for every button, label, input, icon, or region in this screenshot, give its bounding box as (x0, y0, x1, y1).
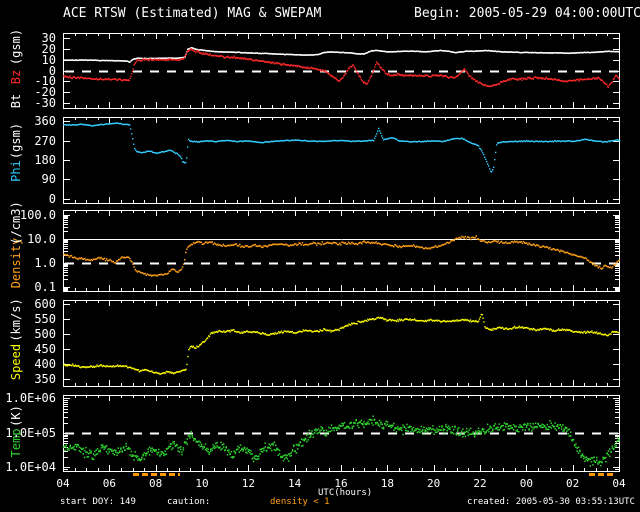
y-tick-label: 270 (0, 135, 56, 147)
temp-units-label: (K) (10, 405, 22, 427)
y-tick-label: 1.0E+06 (0, 392, 56, 404)
y-tick-label: 100.0 (0, 209, 56, 221)
y-tick-label: 180 (0, 154, 56, 166)
y-tick-label: 360 (0, 115, 56, 127)
y-tick-label: 0.1 (0, 281, 56, 293)
x-tick-label: 20 (427, 478, 440, 489)
x-tick-label: 04 (612, 478, 625, 489)
panel-phi-canvas (63, 117, 621, 204)
start-doy-label: start DOY: 149 (60, 498, 136, 507)
x-tick-label: 08 (149, 478, 162, 489)
panel-bt-bz-canvas (63, 33, 621, 109)
panel-temp-canvas (63, 395, 621, 472)
y-tick-label: 10.0 (0, 233, 56, 245)
x-tick-label: 16 (334, 478, 347, 489)
panel-density-canvas (63, 210, 621, 292)
page-title: ACE RTSW (Estimated) MAG & SWEPAM (63, 7, 321, 20)
y-tick-label: 450 (0, 343, 56, 355)
y-tick-label: 600 (0, 298, 56, 310)
caution-value: density < 1 (270, 498, 330, 507)
x-tick-label: 12 (242, 478, 255, 489)
caution-region-marker (589, 473, 616, 476)
y-tick-label: -30 (0, 97, 56, 109)
y-tick-label: 1.0 (0, 257, 56, 269)
x-tick-label: 22 (473, 478, 486, 489)
y-tick-label: 90 (0, 173, 56, 185)
y-tick-label: 0 (0, 193, 56, 205)
y-tick-label: 1.0E+04 (0, 461, 56, 473)
x-tick-label: 06 (103, 478, 116, 489)
caution-region-marker (133, 473, 180, 476)
x-tick-label: 02 (566, 478, 579, 489)
x-tick-label: 14 (288, 478, 301, 489)
caution-label: caution: (167, 498, 210, 507)
x-tick-label: 18 (381, 478, 394, 489)
x-tick-label: 04 (56, 478, 69, 489)
x-tick-label: 00 (520, 478, 533, 489)
y-tick-label: 500 (0, 328, 56, 340)
y-tick-label: 1.0E+05 (0, 427, 56, 439)
begin-timestamp: Begin: 2005-05-29 04:00:00UTC (414, 7, 640, 20)
created-timestamp: created: 2005-05-30 03:55:13UTC (467, 498, 635, 507)
y-tick-label: 350 (0, 373, 56, 385)
y-tick-label: 400 (0, 358, 56, 370)
panel-speed-canvas (63, 300, 621, 387)
y-tick-label: 550 (0, 313, 56, 325)
x-tick-label: 10 (195, 478, 208, 489)
ace-rtsw-plot: ACE RTSW (Estimated) MAG & SWEPAM Begin:… (0, 0, 640, 512)
